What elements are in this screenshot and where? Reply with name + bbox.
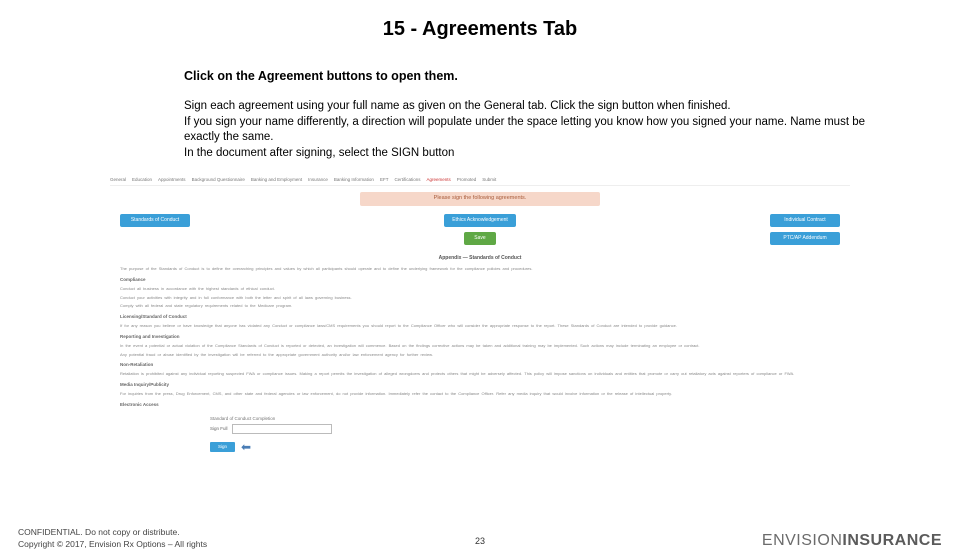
section-electronic: Electronic Access <box>120 402 840 408</box>
tab-general[interactable]: General <box>110 177 126 183</box>
sign-banner: Please sign the following agreements. <box>360 192 600 206</box>
body-line-3: In the document after signing, select th… <box>184 146 884 162</box>
tab-submit[interactable]: Submit <box>482 177 496 183</box>
ethics-ack-button[interactable]: Ethics Acknowledgement <box>444 214 516 227</box>
signature-label: Standard of Conduct Completion <box>210 416 430 422</box>
embedded-screenshot: General Education Appointments Backgroun… <box>110 175 850 455</box>
section-media: Media Inquiry/Publicity <box>120 382 840 388</box>
document-intro: The purpose of the Standards of Conduct … <box>120 266 840 272</box>
tab-insurance[interactable]: Insurance <box>308 177 328 183</box>
signature-area: Standard of Conduct Completion Sign Full… <box>210 416 430 455</box>
section-licensing: Licensing/Standard of Conduct <box>120 314 840 320</box>
agreement-buttons-row: Standards of Conduct Ethics Acknowledgem… <box>110 214 850 245</box>
document-title: Appendix — Standards of Conduct <box>120 255 840 262</box>
page-number: 23 <box>475 536 485 546</box>
section-nonretaliation: Non-Retaliation <box>120 362 840 368</box>
tab-cert[interactable]: Certifications <box>394 177 420 183</box>
slide-title: 15 - Agreements Tab <box>0 18 960 41</box>
tab-agreements[interactable]: Agreements <box>426 177 450 183</box>
signature-input[interactable] <box>232 424 332 434</box>
save-button[interactable]: Save <box>464 232 495 245</box>
tab-education[interactable]: Education <box>132 177 152 183</box>
sign-prompt: Sign Full <box>210 426 228 432</box>
footer: CONFIDENTIAL. Do not copy or distribute.… <box>0 527 960 550</box>
section-compliance: Compliance <box>120 277 840 283</box>
sign-button[interactable]: Sign <box>210 442 235 452</box>
confidential-text: CONFIDENTIAL. Do not copy or distribute. <box>18 527 207 538</box>
tab-bar: General Education Appointments Backgroun… <box>110 175 850 186</box>
individual-contract-button[interactable]: Individual Contract <box>770 214 840 227</box>
body-line-1: Sign each agreement using your full name… <box>184 99 884 115</box>
subtitle: Click on the Agreement buttons to open t… <box>184 69 884 83</box>
document-preview: Appendix — Standards of Conduct The purp… <box>110 255 850 455</box>
standards-of-conduct-button[interactable]: Standards of Conduct <box>120 214 190 227</box>
brand-logo: ENVISIONINSURANCE <box>762 532 942 550</box>
ptcap-addendum-button[interactable]: PTC/AP Addendum <box>770 232 840 245</box>
arrow-left-icon: ⬅ <box>241 439 251 456</box>
tab-banking-emp[interactable]: Banking and Employment <box>251 177 302 183</box>
brand-part-a: ENVISION <box>762 532 842 549</box>
footer-left: CONFIDENTIAL. Do not copy or distribute.… <box>18 527 207 550</box>
brand-part-b: INSURANCE <box>842 532 942 549</box>
main-content: Click on the Agreement buttons to open t… <box>184 69 884 161</box>
body-text: Sign each agreement using your full name… <box>184 99 884 161</box>
tab-appointments[interactable]: Appointments <box>158 177 186 183</box>
tab-eft[interactable]: EFT <box>380 177 389 183</box>
copyright-text: Copyright © 2017, Envision Rx Options – … <box>18 539 207 550</box>
tab-background[interactable]: Background Questionnaire <box>192 177 245 183</box>
body-line-2: If you sign your name differently, a dir… <box>184 115 884 146</box>
section-reporting: Reporting and Investigation <box>120 334 840 340</box>
tab-banking-info[interactable]: Banking Information <box>334 177 374 183</box>
tab-promoted[interactable]: Promoted <box>457 177 477 183</box>
